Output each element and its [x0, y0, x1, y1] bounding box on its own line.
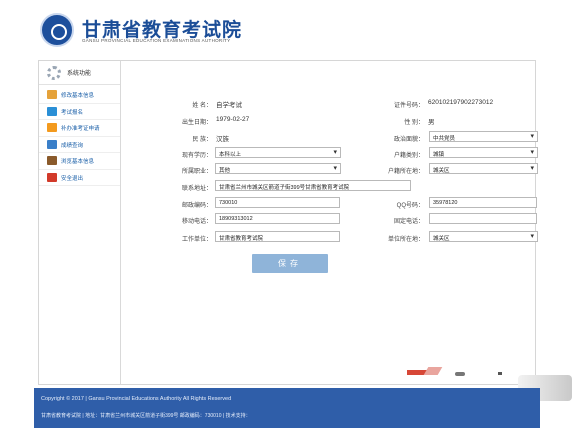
employer-location-select[interactable]: 城关区 [429, 231, 538, 242]
name-label: 姓 名： [192, 103, 212, 109]
occupation-label: 所属职业： [181, 169, 212, 175]
footer-info: 甘肃省教育考试院 | 地址：甘肃省兰州市城关区箭道子街399号 邮政编码：730… [41, 413, 251, 419]
bonus-icon [47, 123, 57, 132]
sidebar-heading: 系统功能 [39, 61, 120, 85]
book-icon [47, 156, 57, 165]
id-number-value: 620102197902273012 [428, 99, 494, 106]
employer-label: 工作单位： [181, 237, 212, 243]
birth-date-label: 出生日期： [181, 120, 212, 126]
logo-seal-icon [40, 13, 74, 47]
employer-input[interactable]: 甘肃省教育考试院 [215, 231, 340, 242]
sidebar-item-label: 修改基本信息 [61, 93, 95, 99]
sidebar-item-logout[interactable]: 安全退出 [39, 170, 120, 186]
sidebar-item-browse-info[interactable]: 浏览基本信息 [39, 153, 120, 170]
phone-input[interactable] [429, 213, 537, 224]
phone-label: 固定电话： [393, 219, 424, 225]
education-select[interactable]: 本科以上 [215, 147, 341, 158]
exam-icon [47, 106, 57, 116]
qq-label: QQ号码： [396, 203, 424, 209]
sidebar-item-label: 考试报名 [61, 109, 84, 116]
sidebar-item-label: 安全退出 [61, 175, 84, 182]
gender-label: 性 别： [404, 120, 424, 126]
education-selected: 本科以上 [219, 152, 242, 158]
hukou-location-select[interactable]: 城关区 [429, 163, 538, 174]
employer-location-selected: 城关区 [433, 236, 450, 242]
postcode-label: 邮政编码： [181, 203, 212, 209]
site-subtitle: GANSU PROVINCIAL EDUCATION EXAMINATIONS … [82, 38, 231, 43]
hukou-location-label: 户籍所在地： [387, 169, 424, 175]
political-status-selected: 中共党员 [433, 136, 456, 142]
exit-icon [47, 172, 57, 182]
occupation-selected: 其他 [219, 168, 231, 174]
sidebar-heading-label: 系统功能 [67, 71, 92, 77]
sidebar: 系统功能 修改基本信息 考试报名 补办准考证申请 成绩查询 浏览基本信息 安全退… [39, 61, 121, 384]
employer-input-value: 甘肃省教育考试院 [219, 236, 264, 242]
hukou-type-selected: 城镇 [433, 152, 445, 158]
mobile-input-value: 18909313012 [219, 216, 253, 222]
address-label: 联系地址： [181, 186, 212, 192]
qq-input-value: 35978120 [433, 200, 458, 206]
decorative-mark [498, 372, 502, 375]
gear-icon [47, 66, 61, 80]
mobile-input[interactable]: 18909313012 [215, 213, 340, 224]
address-input[interactable]: 甘肃省兰州市城关区箭道子街399号甘肃省教育考试院 [215, 180, 411, 191]
hukou-type-select[interactable]: 城镇 [429, 147, 538, 158]
profile-form: 姓 名： 自学考试 证件号码： 620102197902273012 出生日期：… [122, 61, 538, 384]
sidebar-item-label: 成绩查询 [61, 142, 84, 149]
political-status-select[interactable]: 中共党员 [429, 131, 538, 142]
main-panel: 系统功能 修改基本信息 考试报名 补办准考证申请 成绩查询 浏览基本信息 安全退… [38, 60, 538, 385]
sidebar-item-score-query[interactable]: 成绩查询 [39, 137, 120, 153]
gender-value: 男 [428, 119, 435, 126]
decorative-mark [455, 372, 465, 376]
hukou-type-label: 户籍类别： [393, 153, 424, 159]
birth-date-value: 1979-02-27 [216, 116, 250, 123]
query-icon [47, 139, 57, 149]
political-status-label: 政治面貌： [393, 137, 424, 143]
sidebar-item-exam-registration[interactable]: 考试报名 [39, 104, 120, 120]
site-footer: Copyright © 2017 | Gansu Provincial Educ… [34, 388, 540, 428]
address-input-value: 甘肃省兰州市城关区箭道子街399号甘肃省教育考试院 [219, 185, 350, 191]
sidebar-item-edit-info[interactable]: 修改基本信息 [39, 87, 120, 104]
sidebar-menu: 修改基本信息 考试报名 补办准考证申请 成绩查询 浏览基本信息 安全退出 [39, 87, 120, 186]
id-number-label: 证件号码： [393, 103, 424, 109]
edit-icon [47, 90, 57, 99]
sidebar-item-label: 补办准考证申请 [61, 126, 100, 132]
name-value: 自学考试 [216, 102, 242, 109]
postcode-input-value: 730010 [219, 200, 238, 206]
hukou-location-selected: 城关区 [433, 168, 450, 174]
footer-copyright: Copyright © 2017 | Gansu Provincial Educ… [41, 396, 232, 402]
sidebar-item-admission-reissue[interactable]: 补办准考证申请 [39, 120, 120, 137]
employer-location-label: 单位所在地： [387, 237, 424, 243]
mobile-label: 移动电话： [181, 219, 212, 225]
postcode-input[interactable]: 730010 [215, 197, 340, 208]
ethnicity-value: 汉族 [216, 136, 229, 143]
site-header: 甘肃省教育考试院 GANSU PROVINCIAL EDUCATION EXAM… [0, 0, 587, 56]
qq-input[interactable]: 35978120 [429, 197, 537, 208]
occupation-select[interactable]: 其他 [215, 163, 341, 174]
save-button[interactable]: 保存 [252, 254, 328, 273]
ethnicity-label: 民 族： [192, 137, 212, 143]
education-label: 现有学历： [181, 153, 212, 159]
sidebar-item-label: 浏览基本信息 [61, 159, 95, 165]
